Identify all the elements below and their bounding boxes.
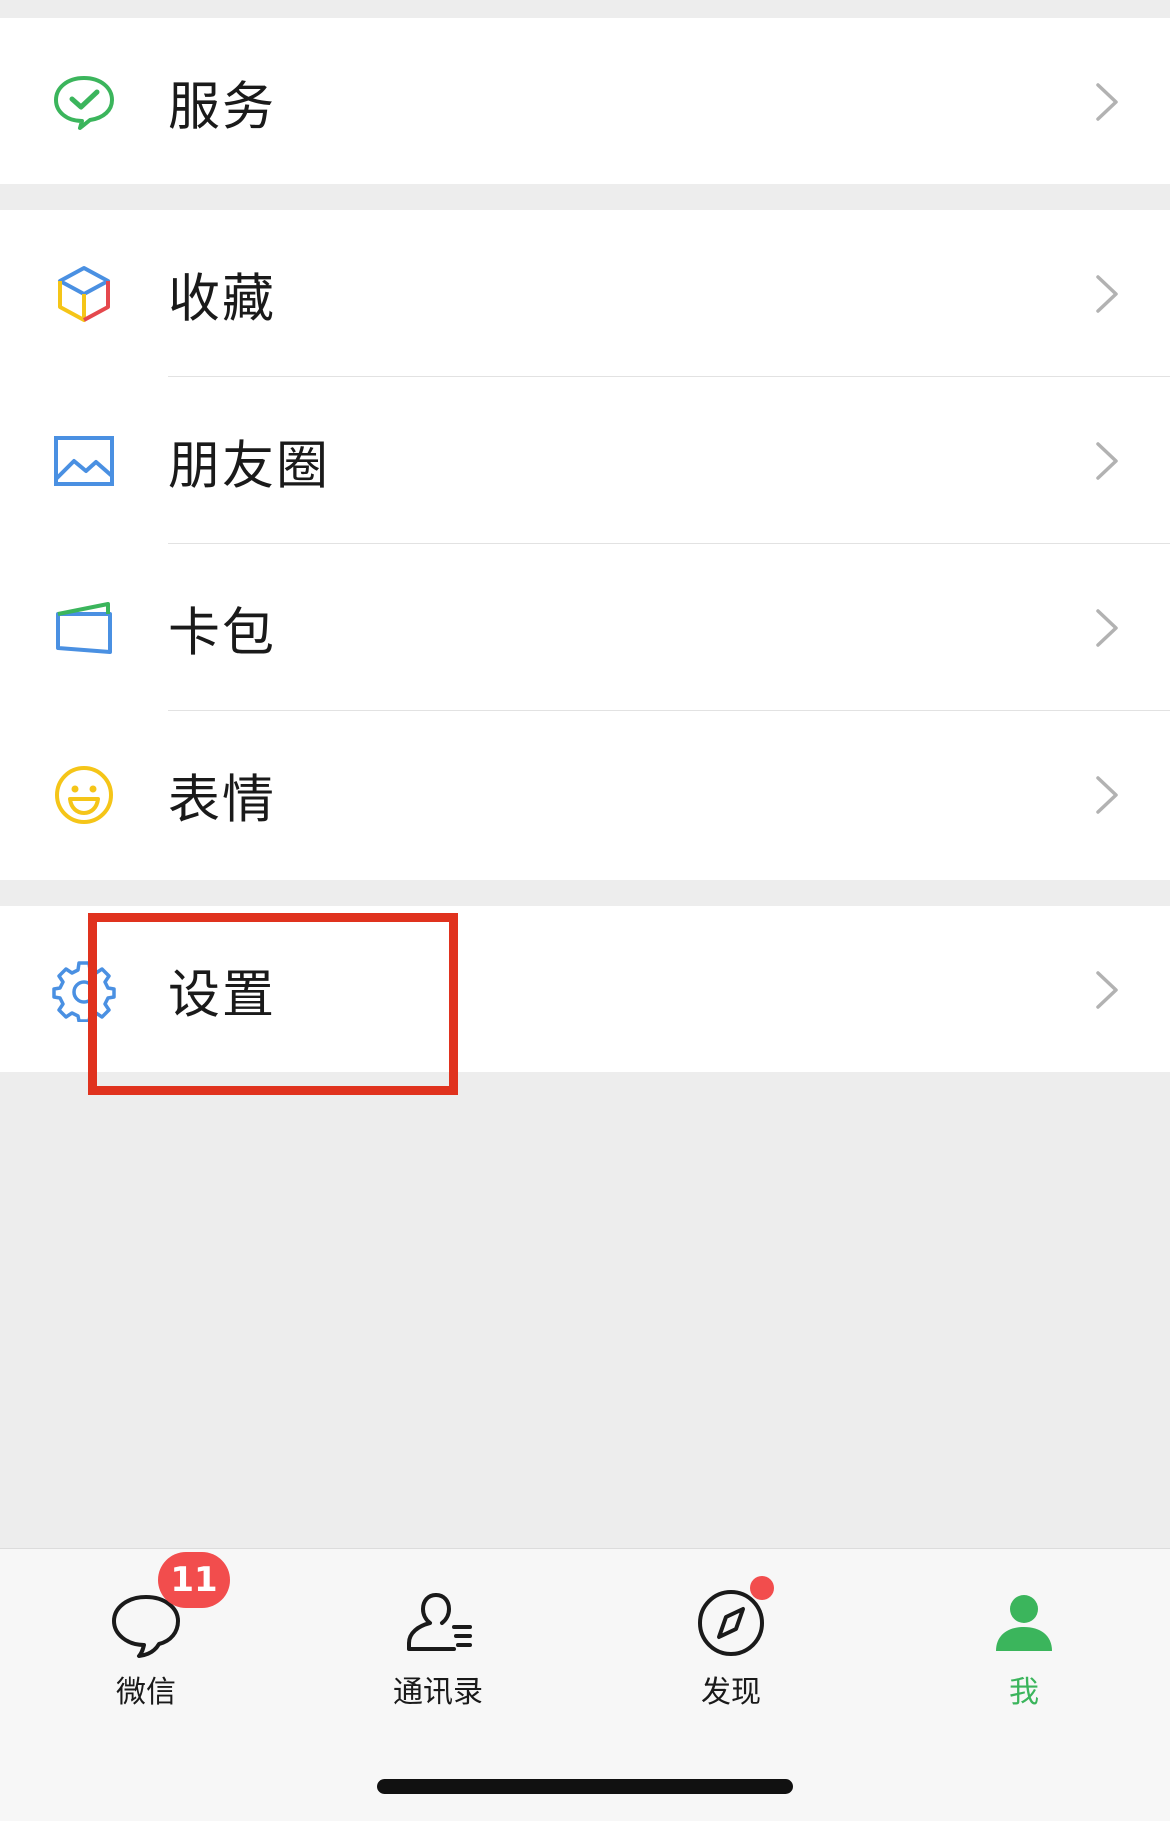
menu-item-favorites[interactable]: 收藏 bbox=[0, 210, 1170, 377]
chevron-right-icon bbox=[1094, 273, 1120, 315]
chevron-right-icon bbox=[1094, 774, 1120, 816]
tab-label: 通讯录 bbox=[393, 1675, 483, 1710]
cube-icon bbox=[52, 262, 116, 326]
menu-item-services[interactable]: 服务 bbox=[0, 18, 1170, 185]
tab-discover[interactable]: 发现 bbox=[585, 1549, 877, 1729]
home-indicator[interactable] bbox=[377, 1779, 793, 1794]
chevron-right-icon bbox=[1094, 440, 1120, 482]
menu-group-services: 服务 bbox=[0, 18, 1170, 184]
wallet-card-icon bbox=[52, 596, 116, 660]
menu-item-label: 收藏 bbox=[168, 269, 277, 329]
menu-item-label: 卡包 bbox=[168, 603, 277, 663]
menu-item-label: 服务 bbox=[168, 77, 277, 137]
chevron-right-icon bbox=[1094, 607, 1120, 649]
chevron-right-icon bbox=[1094, 969, 1120, 1011]
new-content-dot bbox=[750, 1576, 774, 1600]
unread-count-badge: 11 bbox=[158, 1552, 230, 1608]
menu-item-stickers[interactable]: 表情 bbox=[0, 711, 1170, 878]
menu-item-label: 设置 bbox=[168, 965, 277, 1025]
gear-icon bbox=[52, 958, 116, 1022]
smiley-face-icon bbox=[52, 763, 116, 827]
tab-chats[interactable]: 微信 bbox=[0, 1549, 292, 1729]
contacts-icon bbox=[398, 1583, 478, 1663]
chevron-right-icon bbox=[1094, 81, 1120, 123]
photo-album-icon bbox=[52, 429, 116, 493]
tab-label: 发现 bbox=[701, 1675, 761, 1710]
menu-group-main: 收藏 朋友圈 卡包 表情 bbox=[0, 210, 1170, 880]
wechat-pay-check-icon bbox=[52, 70, 116, 134]
person-icon bbox=[984, 1583, 1064, 1663]
tab-contacts[interactable]: 通讯录 bbox=[292, 1549, 584, 1729]
menu-item-label: 朋友圈 bbox=[168, 436, 331, 496]
tab-me[interactable]: 我 bbox=[878, 1549, 1170, 1729]
tab-label: 微信 bbox=[116, 1675, 176, 1710]
menu-item-label: 表情 bbox=[168, 770, 277, 830]
tab-label: 我 bbox=[1009, 1675, 1039, 1710]
menu-group-settings: 设置 bbox=[0, 906, 1170, 1072]
menu-item-card-wallet[interactable]: 卡包 bbox=[0, 544, 1170, 711]
menu-item-moments[interactable]: 朋友圈 bbox=[0, 377, 1170, 544]
menu-item-settings[interactable]: 设置 bbox=[0, 906, 1170, 1073]
